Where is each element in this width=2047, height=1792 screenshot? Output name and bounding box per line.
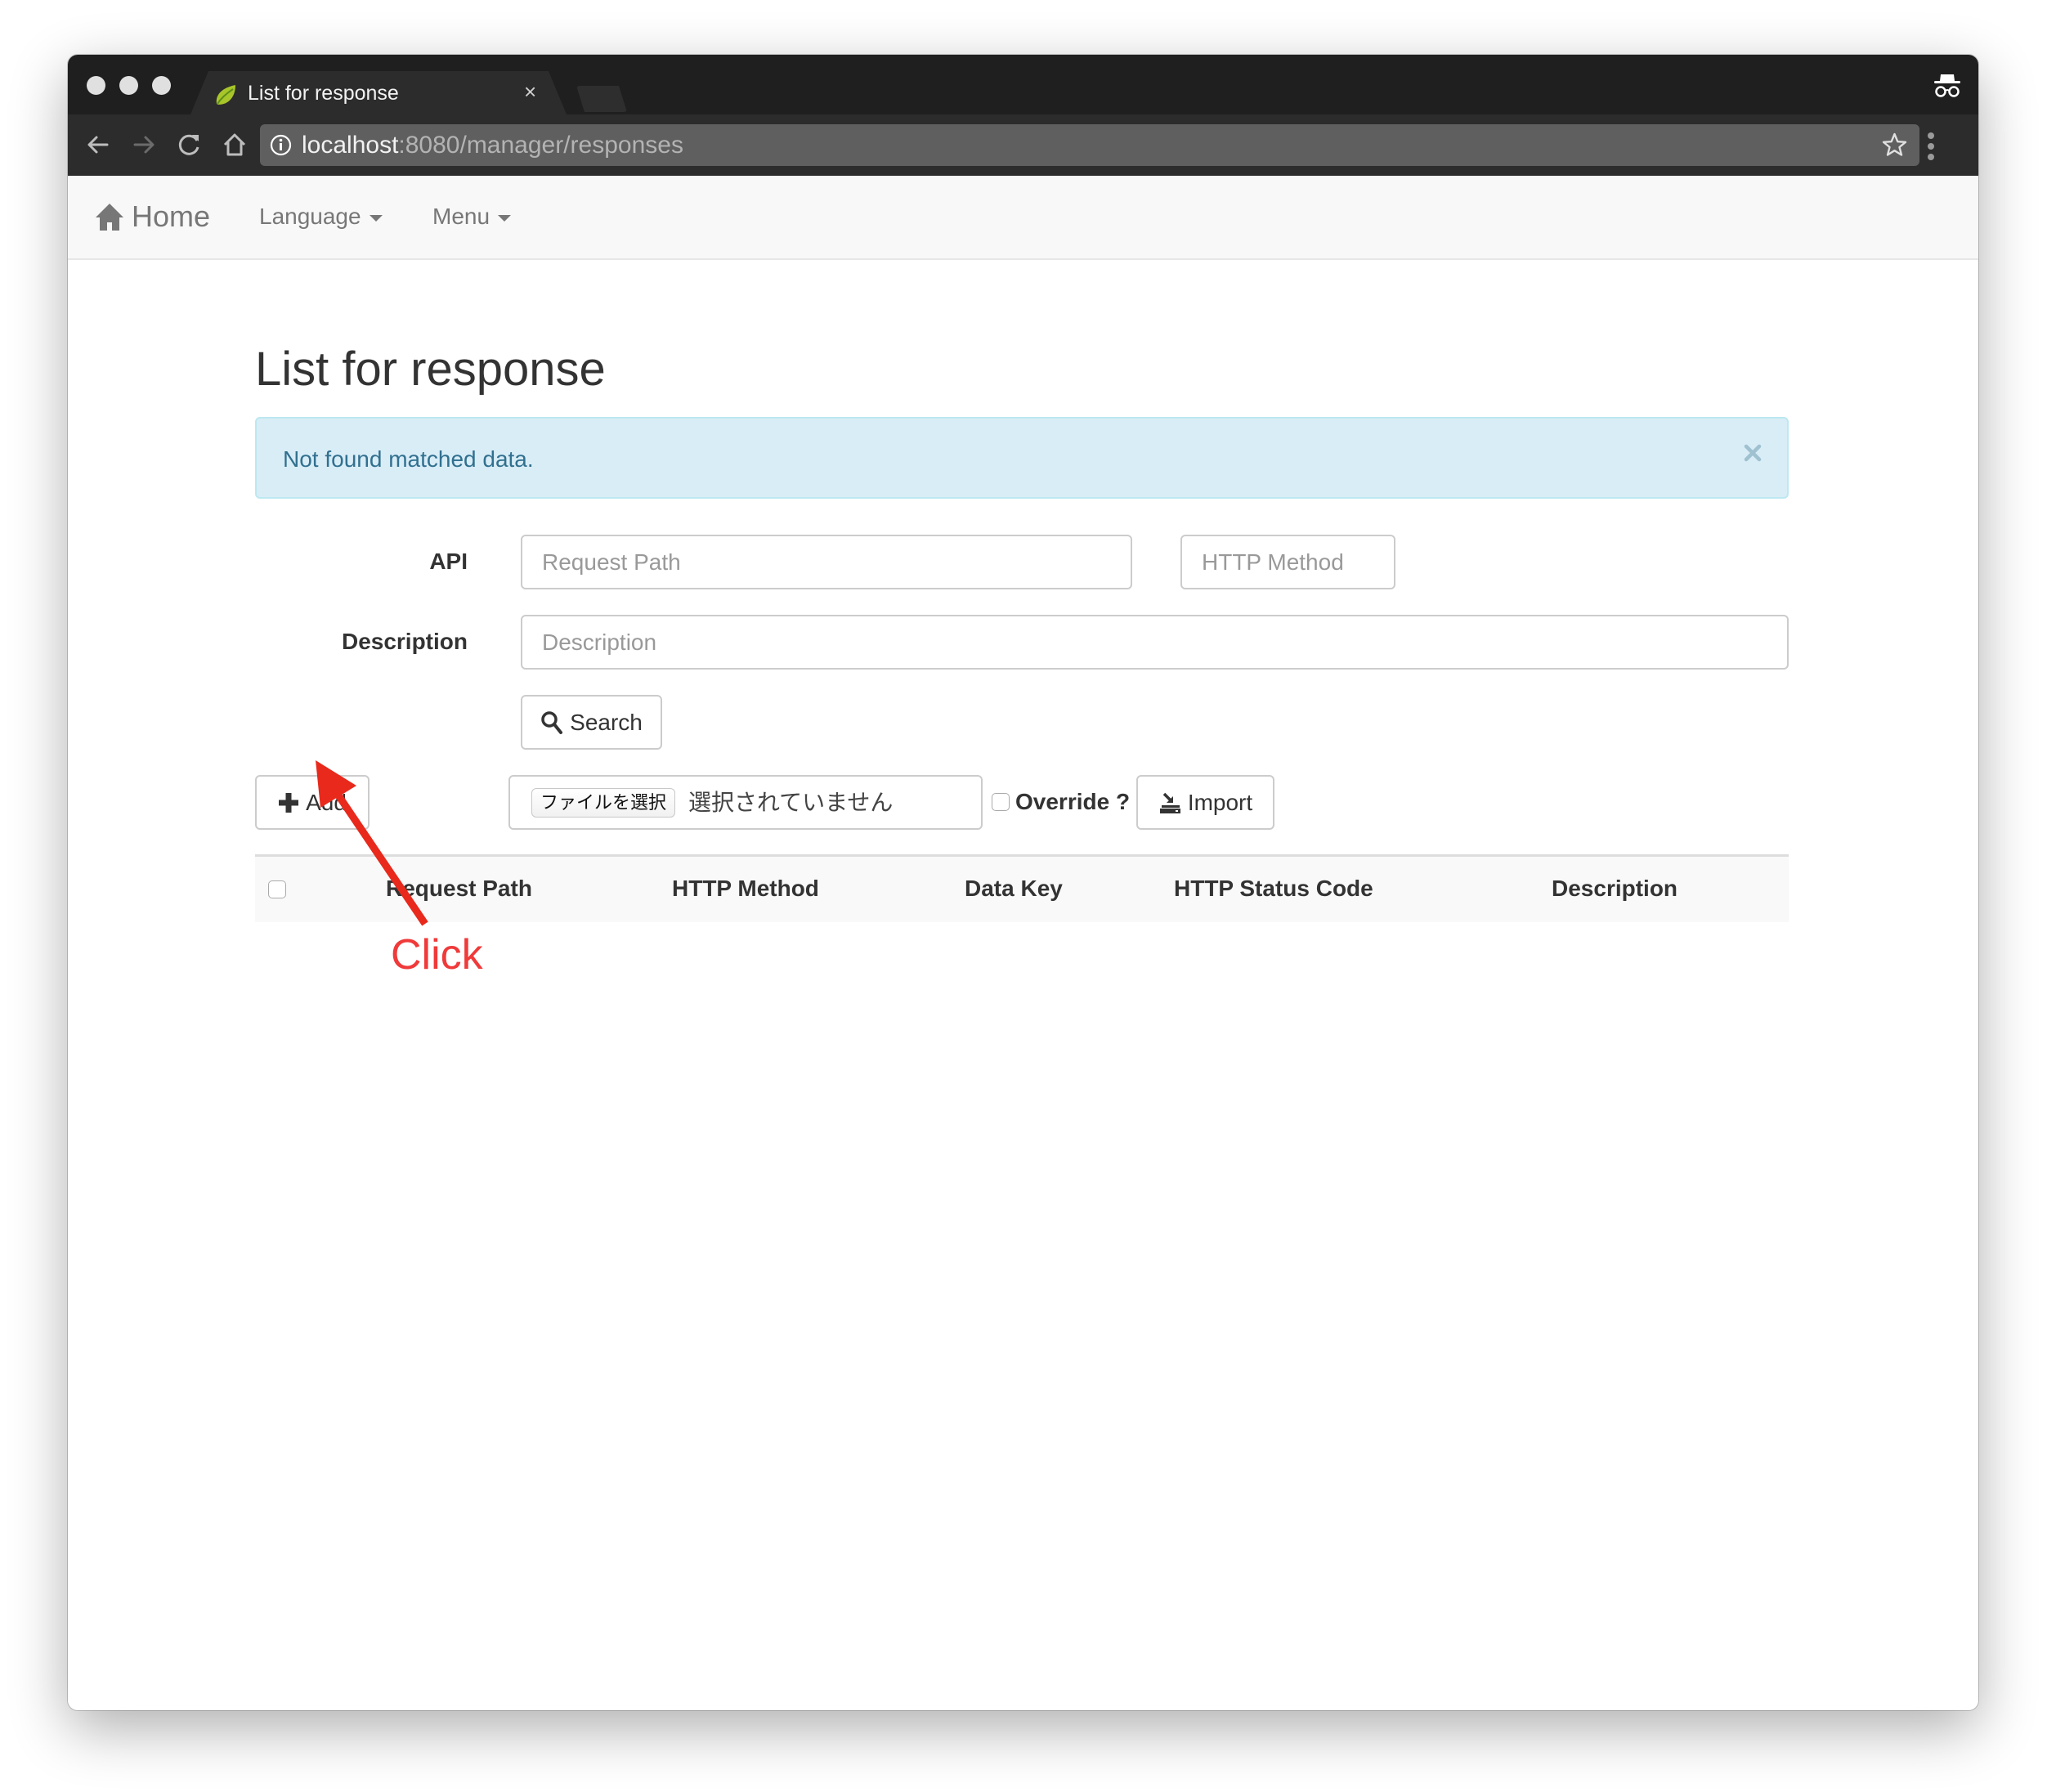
app-navbar: Home Language Menu (68, 176, 1978, 260)
arrow-right-icon[interactable] (128, 129, 159, 160)
search-button[interactable]: Search (521, 695, 662, 750)
zoom-window-button[interactable] (152, 76, 171, 95)
home-icon (96, 204, 123, 231)
override-checkbox[interactable] (992, 793, 1010, 811)
home-icon[interactable] (219, 129, 250, 160)
tab-close-icon[interactable]: × (524, 79, 536, 104)
info-alert: Not found matched data. (255, 417, 1789, 499)
search-label: Search (570, 709, 643, 735)
star-icon[interactable] (1881, 132, 1908, 159)
page-title: List for response (255, 343, 606, 396)
column-http-status-code[interactable]: HTTP Status Code (1174, 875, 1373, 903)
title-bar: List for response × (68, 55, 1978, 114)
responses-table-header: Request Path HTTP Method Data Key HTTP S… (255, 854, 1789, 922)
description-label: Description (341, 629, 468, 654)
choose-file-button[interactable]: ファイルを選択 (531, 788, 676, 818)
reload-icon[interactable] (174, 129, 205, 160)
import-file-input[interactable]: ファイルを選択 選択されていません (508, 775, 983, 830)
address-bar[interactable]: localhost:8080/manager/responses (260, 124, 1919, 166)
info-icon[interactable] (270, 134, 292, 156)
plus-icon (279, 792, 299, 813)
spring-leaf-icon (216, 85, 235, 105)
home-link[interactable]: Home (94, 199, 210, 235)
column-data-key[interactable]: Data Key (965, 875, 1063, 903)
import-icon (1159, 792, 1180, 813)
file-status: 選択されていません (688, 790, 894, 815)
search-icon (541, 710, 563, 734)
select-all-checkbox[interactable] (268, 880, 286, 898)
http-method-input[interactable] (1180, 535, 1395, 589)
url-text[interactable]: localhost:8080/manager/responses (302, 131, 683, 160)
import-label: Import (1187, 789, 1253, 815)
browser-window: List for response × localhost:8080/manag… (68, 55, 1978, 1710)
menu-label: Menu (432, 204, 490, 229)
browser-tab[interactable]: List for response × (190, 71, 567, 114)
url-path: :8080/manager/responses (398, 132, 683, 159)
column-http-method[interactable]: HTTP Method (672, 875, 819, 903)
api-label: API (429, 549, 468, 574)
close-window-button[interactable] (87, 76, 105, 95)
close-icon[interactable] (1743, 443, 1763, 463)
description-input[interactable] (521, 615, 1789, 670)
kebab-menu-icon[interactable] (1925, 132, 1937, 160)
column-description[interactable]: Description (1552, 875, 1677, 903)
new-tab-button[interactable] (576, 86, 627, 112)
browser-toolbar: localhost:8080/manager/responses (68, 114, 1978, 176)
tab-title: List for response (248, 82, 399, 105)
incognito-icon (1934, 74, 1960, 97)
import-button[interactable]: Import (1136, 775, 1274, 830)
annotation-click-label: Click (391, 931, 483, 979)
add-button[interactable]: Add (255, 775, 370, 830)
override-label: Override ? (1015, 789, 1131, 814)
alert-message: Not found matched data. (283, 446, 534, 472)
column-request-path[interactable]: Request Path (386, 875, 532, 903)
language-label: Language (259, 204, 361, 229)
request-path-input[interactable] (521, 535, 1132, 589)
menu-dropdown[interactable]: Menu (432, 202, 512, 231)
url-host: localhost (302, 132, 399, 159)
caret-down-icon (369, 214, 383, 222)
arrow-left-icon[interactable] (83, 129, 114, 160)
add-label: Add (306, 789, 347, 815)
minimize-window-button[interactable] (119, 76, 138, 95)
brand-label: Home (132, 199, 211, 233)
caret-down-icon (498, 214, 512, 222)
language-dropdown[interactable]: Language (259, 202, 383, 231)
